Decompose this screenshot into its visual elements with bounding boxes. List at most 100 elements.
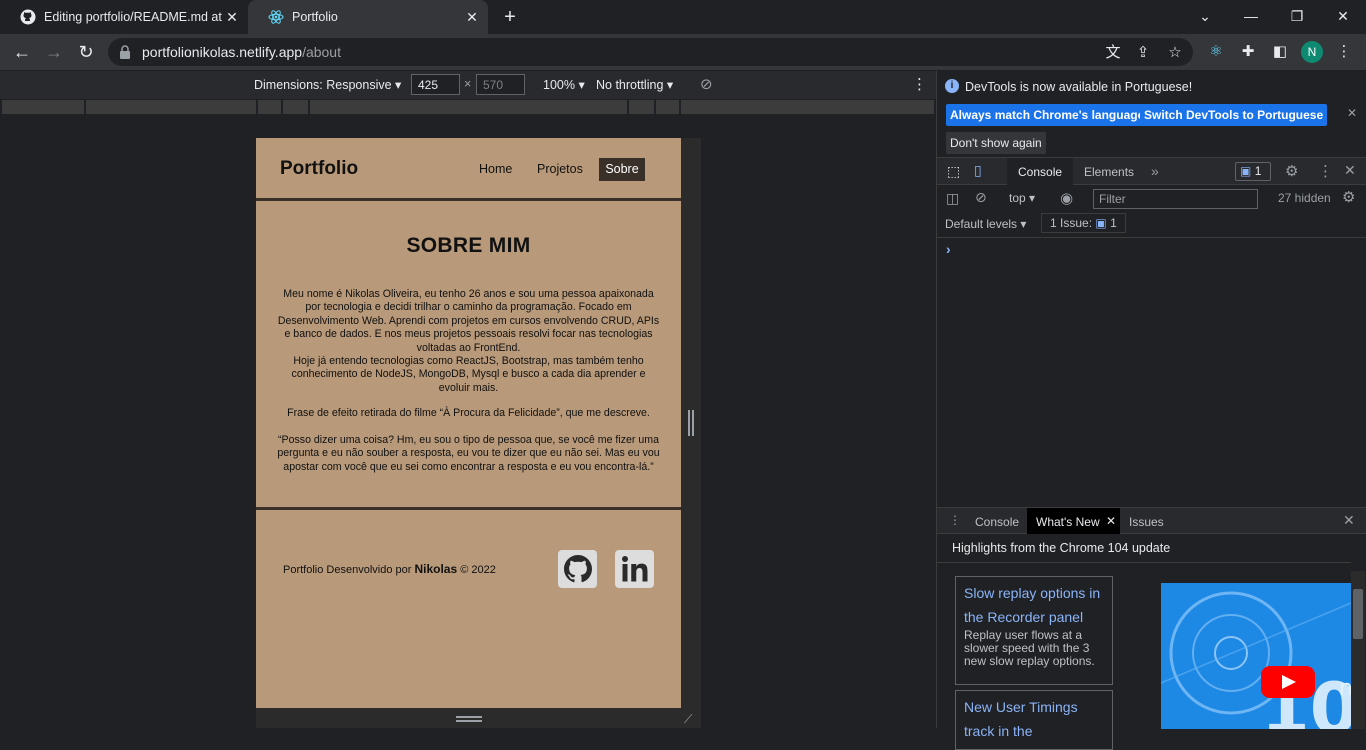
dont-show-again-button[interactable]: Don't show again bbox=[946, 132, 1046, 154]
message-icon: ▣ bbox=[1095, 216, 1107, 230]
close-window-icon[interactable]: ✕ bbox=[1328, 4, 1358, 28]
scrollbar-thumb[interactable] bbox=[1353, 589, 1363, 639]
about-section: SOBRE MIM Meu nome é Nikolas Oliveira, e… bbox=[256, 204, 681, 510]
tab-title: Editing portfolio/README.md at bbox=[44, 10, 222, 24]
github-link-icon[interactable] bbox=[558, 550, 597, 588]
height-input[interactable]: 570 bbox=[476, 74, 525, 95]
ruler-segment[interactable] bbox=[283, 100, 308, 114]
switch-to-portuguese-button[interactable]: Switch DevTools to Portuguese bbox=[1140, 104, 1328, 126]
tab-github[interactable]: Editing portfolio/README.md at ✕ bbox=[0, 0, 248, 34]
ruler-segment[interactable] bbox=[656, 100, 679, 114]
ruler-segment[interactable] bbox=[629, 100, 654, 114]
tab-search-icon[interactable]: ⌄ bbox=[1190, 4, 1220, 28]
console-prompt[interactable]: › bbox=[946, 241, 951, 257]
scrollbar[interactable] bbox=[1351, 571, 1365, 729]
bookmark-star-icon[interactable]: ☆ bbox=[1166, 44, 1184, 62]
forward-icon[interactable]: → bbox=[41, 40, 67, 64]
devtools-drawer: ⋮ Console What's New ✕ Issues ✕ Highlight… bbox=[937, 507, 1366, 750]
viewport-resize-bottom[interactable]: ⟋ bbox=[256, 708, 701, 728]
nav-sobre[interactable]: Sobre bbox=[599, 158, 645, 181]
youtube-play-icon[interactable] bbox=[1261, 666, 1315, 698]
translate-icon[interactable]: 文 bbox=[1104, 44, 1122, 62]
close-devtools-icon[interactable]: ✕ bbox=[1344, 162, 1356, 179]
issues-counter[interactable]: 1 Issue: ▣ 1 bbox=[1041, 213, 1126, 233]
whats-new-video-thumbnail[interactable]: 10 n bbox=[1161, 583, 1351, 729]
about-paragraph: Frase de efeito retirada do filme “À Pro… bbox=[287, 407, 650, 419]
drawer-tabbar: ⋮ Console What's New ✕ Issues ✕ bbox=[937, 508, 1366, 534]
ruler-segment[interactable] bbox=[681, 100, 934, 114]
close-tab-icon[interactable]: ✕ bbox=[464, 9, 480, 25]
devtools-panel: i DevTools is now available in Portugues… bbox=[936, 71, 1366, 750]
drawer-tab-whats-new[interactable]: What's New ✕ bbox=[1027, 508, 1120, 534]
reload-icon[interactable]: ↻ bbox=[73, 40, 99, 64]
minimize-icon[interactable]: — bbox=[1236, 4, 1266, 28]
settings-gear-icon[interactable]: ⚙ bbox=[1285, 162, 1298, 180]
zoom-dropdown[interactable]: 100% ▾ bbox=[543, 77, 585, 92]
close-infobar-icon[interactable]: ✕ bbox=[1347, 106, 1357, 120]
live-expression-eye-icon[interactable]: ◉ bbox=[1060, 189, 1073, 207]
avatar[interactable]: N bbox=[1301, 41, 1323, 63]
resize-handle-icon[interactable] bbox=[688, 410, 694, 436]
console-filter-input[interactable]: Filter bbox=[1093, 189, 1258, 209]
context-dropdown[interactable]: top ▾ bbox=[1009, 191, 1035, 205]
throttling-dropdown[interactable]: No throttling ▾ bbox=[596, 77, 673, 92]
emulated-viewport: Portfolio Home Projetos Sobre SOBRE MIM … bbox=[256, 138, 681, 708]
tab-console[interactable]: Console bbox=[1007, 158, 1073, 185]
ruler-segment[interactable] bbox=[310, 100, 627, 114]
log-levels-dropdown[interactable]: Default levels ▾ bbox=[945, 217, 1026, 231]
nav-projetos[interactable]: Projetos bbox=[537, 162, 583, 176]
drawer-menu-icon[interactable]: ⋮ bbox=[949, 513, 961, 527]
resize-corner-icon[interactable]: ⟋ bbox=[684, 712, 692, 727]
address-bar[interactable]: portfolionikolas.netlify.app/about 文 ⇪ ☆ bbox=[108, 38, 1193, 66]
react-devtools-icon[interactable]: ⚛ bbox=[1206, 42, 1226, 62]
always-match-language-button[interactable]: Always match Chrome's language bbox=[946, 104, 1149, 126]
dimensions-dropdown[interactable]: Dimensions: Responsive ▾ bbox=[254, 77, 401, 92]
linkedin-link-icon[interactable] bbox=[615, 550, 654, 588]
device-toggle-icon[interactable]: ▯ bbox=[974, 162, 982, 179]
devtools-menu-icon[interactable]: ⋮ bbox=[1318, 162, 1333, 180]
close-drawer-icon[interactable]: ✕ bbox=[1343, 512, 1355, 529]
about-paragraph: Meu nome é Nikolas Oliveira, eu tenho 26… bbox=[277, 288, 660, 354]
viewport-resize-right[interactable] bbox=[681, 138, 701, 708]
issues-badge[interactable]: ▣ 1 bbox=[1235, 162, 1271, 181]
media-query-ruler bbox=[0, 99, 936, 117]
close-tab-icon[interactable]: ✕ bbox=[224, 9, 240, 25]
console-toolbar: ◫ ⊘ top ▾ ◉ Filter 27 hidden ⚙ Default l… bbox=[937, 185, 1366, 238]
sidebar-toggle-icon[interactable]: ◫ bbox=[946, 190, 959, 207]
close-tab-icon[interactable]: ✕ bbox=[1106, 514, 1116, 528]
width-input[interactable]: 425 bbox=[411, 74, 460, 95]
restore-icon[interactable]: ❐ bbox=[1282, 4, 1312, 28]
resize-handle-icon[interactable] bbox=[456, 716, 482, 722]
whats-new-card[interactable]: Slow replay options in the Recorder pane… bbox=[955, 576, 1113, 685]
site-logo[interactable]: Portfolio bbox=[280, 158, 358, 180]
new-tab-button[interactable]: + bbox=[500, 5, 520, 29]
about-title: SOBRE MIM bbox=[406, 234, 531, 257]
share-icon[interactable]: ⇪ bbox=[1134, 44, 1152, 62]
rotate-icon[interactable]: ⊘ bbox=[700, 75, 713, 93]
tab-portfolio[interactable]: Portfolio ✕ bbox=[248, 0, 488, 34]
drawer-tab-issues[interactable]: Issues bbox=[1129, 515, 1164, 529]
card-title[interactable]: New User Timings track in the bbox=[964, 695, 1104, 743]
more-tabs-icon[interactable]: » bbox=[1151, 163, 1159, 179]
extensions-icon[interactable]: ✚ bbox=[1238, 42, 1258, 62]
device-more-icon[interactable]: ⋮ bbox=[912, 75, 927, 93]
tab-elements[interactable]: Elements bbox=[1084, 165, 1134, 179]
drawer-tab-console[interactable]: Console bbox=[975, 515, 1019, 529]
highlights-heading: Highlights from the Chrome 104 update bbox=[952, 541, 1171, 555]
url-text: portfolionikolas.netlify.app/about bbox=[142, 44, 341, 60]
menu-icon[interactable]: ⋮ bbox=[1334, 42, 1354, 62]
devtools-tabbar: ⬚ ▯ Console Elements » ▣ 1 ⚙ ⋮ ✕ bbox=[937, 157, 1366, 185]
card-description: Replay user flows at a slower speed with… bbox=[964, 628, 1095, 668]
side-panel-icon[interactable]: ◧ bbox=[1270, 42, 1290, 62]
ruler-segment[interactable] bbox=[86, 100, 256, 114]
console-settings-icon[interactable]: ⚙ bbox=[1342, 188, 1355, 206]
ruler-segment[interactable] bbox=[258, 100, 281, 114]
card-title[interactable]: Slow replay options in the Recorder pane… bbox=[964, 581, 1104, 629]
language-infobar: i DevTools is now available in Portugues… bbox=[937, 71, 1366, 157]
clear-console-icon[interactable]: ⊘ bbox=[975, 189, 987, 206]
back-icon[interactable]: ← bbox=[9, 40, 35, 64]
nav-home[interactable]: Home bbox=[479, 162, 512, 176]
whats-new-card[interactable]: New User Timings track in the bbox=[955, 690, 1113, 750]
inspect-element-icon[interactable]: ⬚ bbox=[947, 163, 960, 180]
ruler-segment[interactable] bbox=[2, 100, 84, 114]
